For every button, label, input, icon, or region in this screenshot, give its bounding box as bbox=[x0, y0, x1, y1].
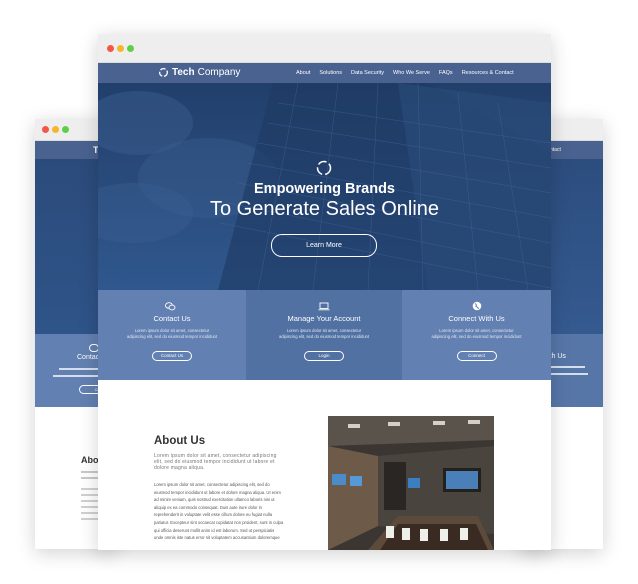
connect-desc-line bbox=[550, 366, 585, 368]
hero-title: Empowering Brands bbox=[254, 181, 395, 197]
about-title: About Us bbox=[154, 435, 206, 447]
about-section: About Us Lorem ipsum dolor sit amet, con… bbox=[98, 380, 551, 550]
nav-who-we-serve[interactable]: Who We Serve bbox=[393, 70, 430, 76]
globe-icon bbox=[472, 301, 482, 311]
minimize-dot bbox=[52, 126, 59, 133]
hero-logo-icon bbox=[316, 160, 332, 176]
laptop-icon bbox=[318, 302, 330, 311]
about-title: Abo bbox=[81, 455, 99, 465]
feature-desc: Lorem ipsum dolor sit amet, consectetur … bbox=[278, 328, 370, 339]
hero-subtitle: To Generate Sales Online bbox=[209, 198, 440, 220]
nav-fragment[interactable]: ntact bbox=[550, 147, 561, 153]
feature-desc: Lorem ipsum dolor sit amet, consectetur … bbox=[126, 328, 218, 339]
brand-logo[interactable]: Tech Company bbox=[158, 67, 240, 78]
brand-name-light: Company bbox=[197, 67, 241, 78]
logo-icon bbox=[159, 68, 168, 77]
nav-solutions[interactable]: Solutions bbox=[319, 70, 342, 76]
close-dot bbox=[42, 126, 49, 133]
maximize-dot bbox=[62, 126, 69, 133]
contact-us-button[interactable]: Contact Us bbox=[152, 351, 192, 361]
office-photo bbox=[328, 416, 494, 550]
brand-name-bold: Tech bbox=[172, 67, 195, 78]
about-lead: Lorem ipsum dolor sit amet, consectetur … bbox=[154, 453, 277, 471]
feature-desc: Lorem ipsum dolor sit amet, consectetur … bbox=[431, 328, 522, 339]
nav-faqs[interactable]: FAQs bbox=[439, 70, 453, 76]
about-body: Lorem ipsum dolor sit amet, consectetur … bbox=[154, 482, 284, 541]
minimize-dot[interactable] bbox=[117, 45, 124, 52]
main-window: Tech Company About Solutions Data Securit… bbox=[98, 34, 551, 550]
main-nav: About Solutions Data Security Who We Ser… bbox=[296, 70, 514, 76]
feature-account: Manage Your Account Lorem ipsum dolor si… bbox=[246, 290, 402, 380]
nav-data-security[interactable]: Data Security bbox=[351, 70, 384, 76]
connect-desc-line bbox=[550, 373, 588, 375]
feature-contact: Contact Us Lorem ipsum dolor sit amet, c… bbox=[98, 290, 246, 380]
chat-icon bbox=[165, 302, 176, 311]
learn-more-button[interactable]: Learn More bbox=[271, 234, 377, 257]
feature-title: Connect With Us bbox=[448, 314, 505, 323]
nav-resources-contact[interactable]: Resources & Contact bbox=[462, 70, 514, 76]
connect-button[interactable]: Connect bbox=[456, 351, 497, 361]
feature-connect: Connect With Us Lorem ipsum dolor sit am… bbox=[402, 290, 551, 380]
window-titlebar bbox=[98, 34, 551, 63]
hero: Empowering Brands To Generate Sales Onli… bbox=[98, 83, 551, 290]
feature-title: Contact Us bbox=[153, 314, 191, 323]
contact-title: Contac bbox=[77, 354, 100, 361]
close-dot[interactable] bbox=[107, 45, 114, 52]
navbar: Tech Company About Solutions Data Securit… bbox=[98, 63, 551, 83]
nav-about[interactable]: About bbox=[296, 70, 310, 76]
maximize-dot[interactable] bbox=[127, 45, 134, 52]
login-button[interactable]: Login bbox=[304, 351, 344, 361]
feature-title: Manage Your Account bbox=[287, 314, 361, 323]
